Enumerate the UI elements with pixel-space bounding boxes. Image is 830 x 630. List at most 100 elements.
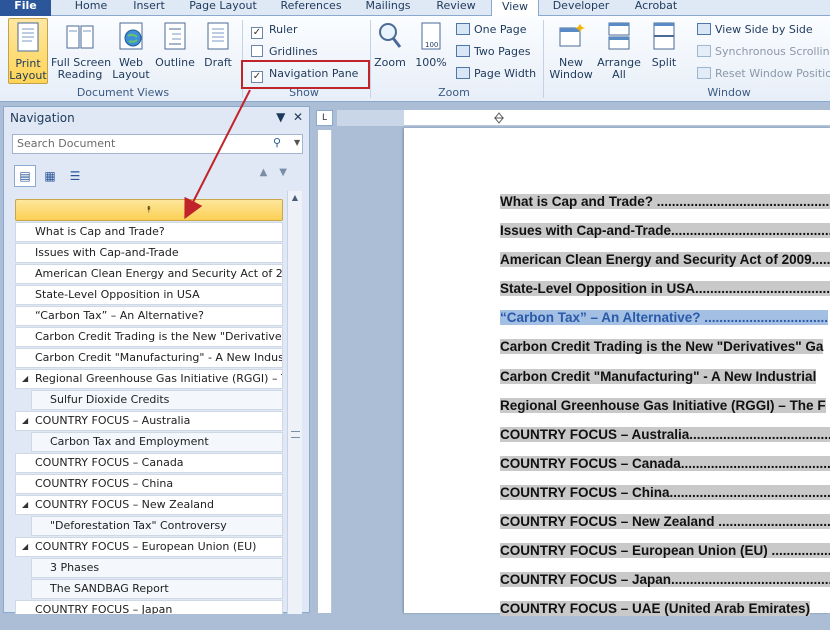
toc-entry[interactable]: COUNTRY FOCUS – UAE (United Arab Emirate…	[500, 601, 830, 630]
toc-entry[interactable]: Carbon Credit Trading is the New "Deriva…	[500, 339, 830, 368]
nav-heading-item[interactable]: Carbon Tax and Employment	[31, 432, 283, 452]
tab-mailings[interactable]: Mailings	[358, 0, 418, 16]
toc-entry[interactable]: COUNTRY FOCUS – China...................…	[500, 484, 830, 514]
tab-file[interactable]: File	[0, 0, 51, 16]
headings-tree: ⯭ What is Cap and Trade? Issues with Cap-…	[15, 199, 283, 614]
nav-heading-label: Regional Greenhouse Gas Initiative (RGGI…	[35, 372, 283, 385]
tab-references[interactable]: References	[275, 0, 347, 16]
toc-entry[interactable]: Issues with Cap-and-Trade...............…	[500, 223, 830, 252]
print-layout-button[interactable]: Print Layout	[8, 18, 48, 84]
nav-heading-item[interactable]: “Carbon Tax” – An Alternative?	[15, 306, 283, 326]
toc-entry[interactable]: COUNTRY FOCUS – European Union (EU) ....…	[500, 543, 830, 572]
nav-heading-label: American Clean Energy and Security Act o…	[35, 267, 283, 280]
toc-entry[interactable]: Regional Greenhouse Gas Initiative (RGGI…	[500, 397, 830, 427]
tab-acrobat[interactable]: Acrobat	[626, 0, 686, 16]
zoom-100-button[interactable]: 100 100%	[412, 18, 450, 84]
nav-heading-item[interactable]: ◢ Regional Greenhouse Gas Initiative (RGG…	[15, 369, 283, 389]
scroll-up-icon[interactable]: ▲	[288, 191, 302, 205]
navigation-scrollbar[interactable]: ▲	[287, 191, 302, 614]
vertical-ruler[interactable]	[318, 130, 332, 613]
nav-heading-item[interactable]: ◢ COUNTRY FOCUS – New Zealand	[15, 495, 283, 515]
toc-entry[interactable]: State-Level Opposition in USA...........…	[500, 281, 830, 310]
arrange-all-button[interactable]: Arrange All	[596, 18, 642, 84]
reset-window-position-button[interactable]: Reset Window Position	[697, 67, 830, 81]
toc-entry-text: Carbon Credit "Manufacturing" - A New In…	[500, 368, 817, 384]
side-by-side-icon	[697, 23, 711, 35]
web-layout-button[interactable]: Web Layout	[112, 18, 150, 84]
collapse-all-bar[interactable]: ⯭	[15, 199, 283, 221]
nav-heading-item[interactable]: COUNTRY FOCUS – Japan	[15, 600, 283, 614]
nav-heading-label: 3 Phases	[50, 561, 100, 574]
nav-heading-item[interactable]: ◢ COUNTRY FOCUS – Australia	[15, 411, 283, 431]
toc-entry-text: Issues with Cap-and-Trade...............…	[500, 223, 830, 239]
previous-heading-icon[interactable]: ▲	[260, 167, 280, 178]
browse-results-tab-icon[interactable]: ☰	[64, 165, 86, 187]
search-document-input[interactable]: Search Document	[12, 134, 303, 154]
draft-button[interactable]: Draft	[200, 18, 236, 84]
nav-heading-item[interactable]: "Deforestation Tax" Controversy	[31, 516, 283, 536]
nav-heading-item[interactable]: Issues with Cap-and-Trade	[15, 243, 283, 263]
scroll-grip-icon[interactable]	[291, 431, 300, 438]
zoom-button[interactable]: Zoom	[372, 18, 408, 84]
nav-heading-label: State-Level Opposition in USA	[35, 288, 200, 301]
split-button[interactable]: Split	[646, 18, 682, 84]
tab-page-layout[interactable]: Page Layout	[184, 0, 262, 16]
one-page-label: One Page	[474, 23, 527, 36]
horizontal-ruler[interactable]	[337, 110, 830, 126]
navigation-pane-title: Navigation	[10, 111, 75, 125]
nav-heading-item[interactable]: American Clean Energy and Security Act o…	[15, 264, 283, 284]
toc-entry-text: State-Level Opposition in USA...........…	[500, 281, 830, 297]
tab-home[interactable]: Home	[64, 0, 118, 16]
ruler-checkbox[interactable]: ✓ Ruler	[251, 23, 297, 39]
pane-options-icon[interactable]: ▼	[276, 110, 285, 124]
browse-pages-tab-icon[interactable]: ▦	[39, 165, 61, 187]
nav-heading-item[interactable]: Carbon Credit Trading is the New "Deriva…	[15, 327, 283, 347]
toc-entry-text: Carbon Credit Trading is the New "Deriva…	[500, 339, 824, 355]
toc-entry[interactable]: COUNTRY FOCUS – New Zealand ............…	[500, 514, 830, 543]
toc-entry[interactable]: COUNTRY FOCUS – Australia...............…	[500, 426, 830, 456]
outline-button[interactable]: Outline	[153, 18, 197, 84]
tab-view[interactable]: View	[491, 0, 539, 16]
nav-heading-item[interactable]: Carbon Credit "Manufacturing" - A New In…	[15, 348, 283, 368]
search-icon[interactable]: ⚲	[273, 136, 281, 149]
synchronous-scrolling-label: Synchronous Scrolling	[715, 45, 830, 58]
nav-heading-item[interactable]: COUNTRY FOCUS – Canada	[15, 453, 283, 473]
nav-heading-item[interactable]: COUNTRY FOCUS – China	[15, 474, 283, 494]
gridlines-checkbox[interactable]: Gridlines	[251, 45, 318, 59]
tab-developer[interactable]: Developer	[550, 0, 612, 16]
synchronous-scrolling-button[interactable]: Synchronous Scrolling	[697, 45, 830, 59]
tab-insert[interactable]: Insert	[122, 0, 176, 16]
expand-triangle-icon[interactable]: ◢	[22, 538, 28, 556]
nav-heading-item[interactable]: The SANDBAG Report	[31, 579, 283, 599]
reset-window-position-label: Reset Window Position	[715, 67, 830, 80]
nav-heading-item[interactable]: ◢ COUNTRY FOCUS – European Union (EU)	[15, 537, 283, 557]
expand-triangle-icon[interactable]: ◢	[22, 370, 28, 388]
view-side-by-side-button[interactable]: View Side by Side	[697, 23, 813, 37]
two-pages-button[interactable]: Two Pages	[456, 45, 530, 59]
page-width-button[interactable]: Page Width	[456, 67, 536, 81]
synchronous-scrolling-icon	[697, 45, 711, 57]
toc-entry[interactable]: “Carbon Tax” – An Alternative? .........…	[500, 310, 830, 339]
toc-entry[interactable]: Carbon Credit "Manufacturing" - A New In…	[500, 368, 830, 398]
next-heading-icon[interactable]: ▼	[279, 167, 299, 178]
nav-heading-item[interactable]: Sulfur Dioxide Credits	[31, 390, 283, 410]
toc-entry[interactable]: American Clean Energy and Security Act o…	[500, 252, 830, 281]
toc-entry[interactable]: What is Cap and Trade? .................…	[500, 194, 830, 223]
one-page-button[interactable]: One Page	[456, 23, 527, 37]
expand-triangle-icon[interactable]: ◢	[22, 412, 28, 430]
tab-review[interactable]: Review	[430, 0, 482, 16]
expand-triangle-icon[interactable]: ◢	[22, 496, 28, 514]
nav-heading-item[interactable]: State-Level Opposition in USA	[15, 285, 283, 305]
nav-heading-item[interactable]: 3 Phases	[31, 558, 283, 578]
toc-entry[interactable]: COUNTRY FOCUS – Japan...................…	[500, 572, 830, 601]
ruler-tab-selector[interactable]: L	[316, 110, 333, 126]
draft-label: Draft	[204, 56, 232, 69]
browse-headings-tab-icon[interactable]: ▤	[14, 165, 36, 187]
search-options-chevron-down-icon[interactable]: ▼	[294, 138, 300, 147]
toc-entry[interactable]: COUNTRY FOCUS – Canada..................…	[500, 455, 830, 485]
close-icon[interactable]: ✕	[293, 110, 303, 124]
new-window-button[interactable]: New Window	[548, 18, 594, 84]
toc-entry-text: Regional Greenhouse Gas Initiative (RGGI…	[500, 397, 826, 413]
nav-heading-item[interactable]: What is Cap and Trade?	[15, 222, 283, 242]
full-screen-reading-button[interactable]: Full Screen Reading	[51, 18, 111, 84]
